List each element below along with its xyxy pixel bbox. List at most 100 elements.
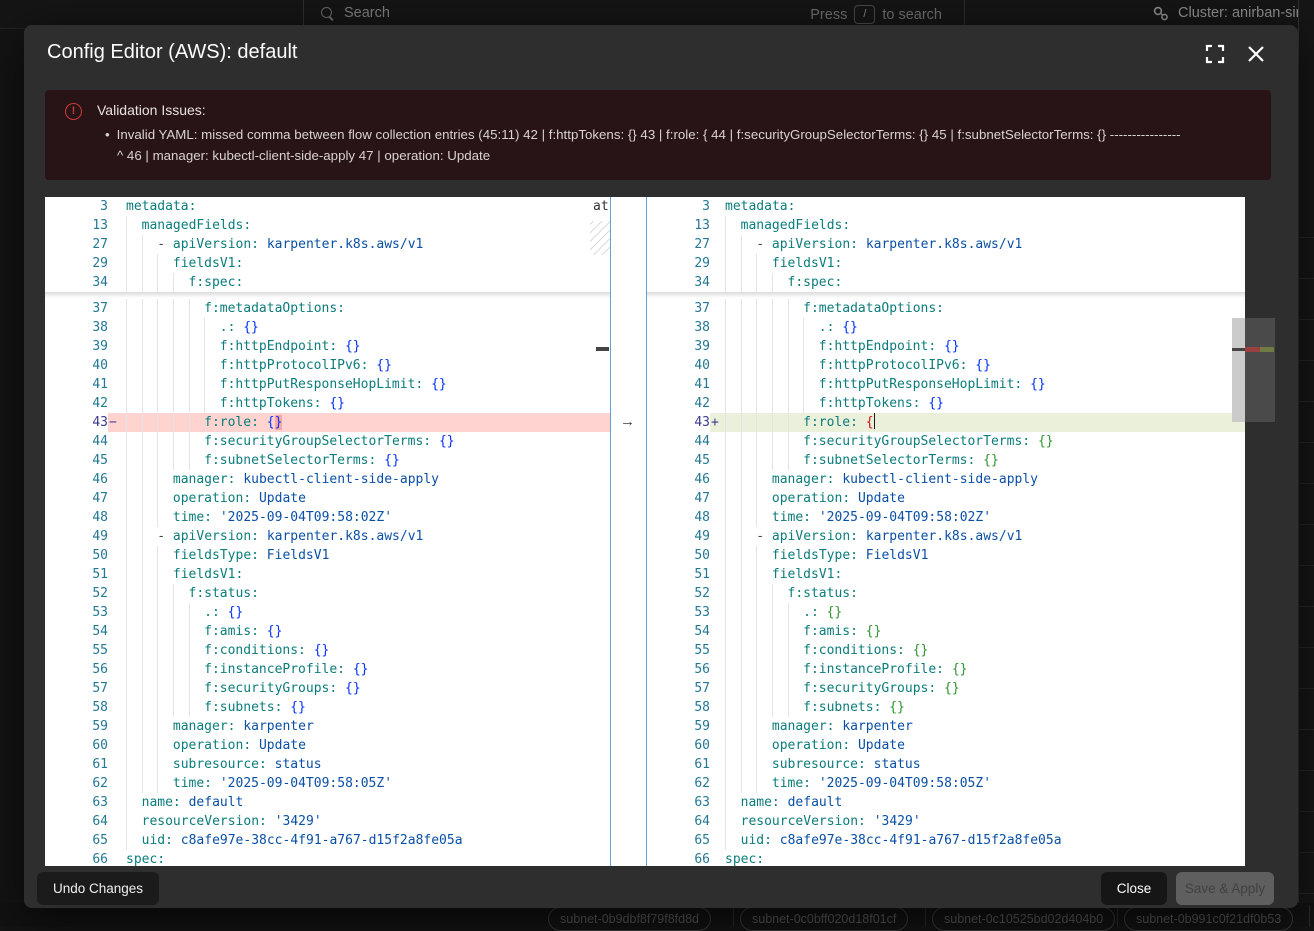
code-line[interactable]: 37 f:metadataOptions: xyxy=(45,299,634,318)
code-line[interactable]: 45 f:subnetSelectorTerms: {} xyxy=(645,451,1245,470)
code-line[interactable]: 64 resourceVersion: '3429' xyxy=(645,812,1245,831)
indent-guide xyxy=(173,356,189,375)
code-line[interactable]: 46 manager: kubectl-client-side-apply xyxy=(45,470,634,489)
code-line[interactable]: 47 operation: Update xyxy=(45,489,634,508)
code-line[interactable]: 38 .: {} xyxy=(45,318,634,337)
code-line[interactable]: 44 f:securityGroupSelectorTerms: {} xyxy=(645,432,1245,451)
overview-ruler-cursor-right xyxy=(1232,348,1245,351)
code-line[interactable]: 64 resourceVersion: '3429' xyxy=(45,812,634,831)
code-lines-left[interactable]: 37 f:metadataOptions:38 .: {}39 f:httpEn… xyxy=(45,299,634,866)
global-search[interactable]: Search Press / to search xyxy=(303,0,965,28)
code-line[interactable]: 54 f:amis: {} xyxy=(45,622,634,641)
code-line[interactable]: 45 f:subnetSelectorTerms: {} xyxy=(45,451,634,470)
code-line[interactable]: 43− f:role: {} xyxy=(45,413,634,432)
sticky-line[interactable]: 3metadata: xyxy=(645,197,1245,216)
code-line[interactable]: 62 time: '2025-09-04T09:58:05Z' xyxy=(645,774,1245,793)
code-line[interactable]: 61 subresource: status xyxy=(45,755,634,774)
code-line[interactable]: 55 f:conditions: {} xyxy=(45,641,634,660)
sticky-line[interactable]: 34 f:spec: xyxy=(645,273,1245,292)
code-line[interactable]: 65 uid: c8afe97e-38cc-4f91-a767-d15f2a8f… xyxy=(645,831,1245,850)
code-line[interactable]: 57 f:securityGroups: {} xyxy=(45,679,634,698)
code-line[interactable]: 47 operation: Update xyxy=(645,489,1245,508)
code-line[interactable]: 63 name: default xyxy=(645,793,1245,812)
code-line[interactable]: 58 f:subnets: {} xyxy=(645,698,1245,717)
code-line[interactable]: 46 manager: kubectl-client-side-apply xyxy=(645,470,1245,489)
line-number: 61 xyxy=(45,755,108,774)
sticky-line[interactable]: 3metadata: xyxy=(45,197,634,216)
close-button[interactable] xyxy=(1245,43,1271,69)
code-line[interactable]: 50 fieldsType: FieldsV1 xyxy=(45,546,634,565)
code-line[interactable]: 54 f:amis: {} xyxy=(645,622,1245,641)
code-line[interactable]: 42 f:httpTokens: {} xyxy=(645,394,1245,413)
code-line[interactable]: 57 f:securityGroups: {} xyxy=(645,679,1245,698)
code-text: operation: Update xyxy=(710,489,1245,508)
diff-editor-original-pane[interactable]: 3metadata:13 managedFields:27 - apiVersi… xyxy=(45,197,634,866)
code-line[interactable]: 62 time: '2025-09-04T09:58:05Z' xyxy=(45,774,634,793)
sticky-line[interactable]: 13 managedFields: xyxy=(45,216,634,235)
code-line[interactable]: 59 manager: karpenter xyxy=(45,717,634,736)
code-line[interactable]: 55 f:conditions: {} xyxy=(645,641,1245,660)
overview-ruler-slider[interactable] xyxy=(1245,318,1275,422)
code-line[interactable]: 60 operation: Update xyxy=(45,736,634,755)
indent-guide xyxy=(756,717,772,736)
code-line[interactable]: 66spec: xyxy=(45,850,634,866)
code-line[interactable]: 40 f:httpProtocolIPv6: {} xyxy=(645,356,1245,375)
code-line[interactable]: 43+ f:role: { xyxy=(645,413,1245,432)
revert-change-arrow-icon[interactable]: → xyxy=(620,413,635,430)
code-line[interactable]: 52 f:status: xyxy=(645,584,1245,603)
save-apply-button[interactable]: Save & Apply xyxy=(1176,872,1274,905)
code-line[interactable]: 42 f:httpTokens: {} xyxy=(45,394,634,413)
code-line[interactable]: 56 f:instanceProfile: {} xyxy=(45,660,634,679)
code-line[interactable]: 39 f:httpEndpoint: {} xyxy=(645,337,1245,356)
code-line[interactable]: 48 time: '2025-09-04T09:58:02Z' xyxy=(45,508,634,527)
close-dialog-button[interactable]: Close xyxy=(1101,872,1167,905)
code-line[interactable]: 37 f:metadataOptions: xyxy=(645,299,1245,318)
sticky-line[interactable]: 29 fieldsV1: xyxy=(645,254,1245,273)
indent-guide xyxy=(725,546,741,565)
sticky-line[interactable]: 13 managedFields: xyxy=(645,216,1245,235)
code-line[interactable]: 66spec: xyxy=(645,850,1245,866)
indent-guide xyxy=(725,755,741,774)
overview-ruler-deletion-mark xyxy=(1245,347,1260,352)
undo-changes-button[interactable]: Undo Changes xyxy=(37,872,159,905)
indent-guide xyxy=(725,413,741,432)
code-line[interactable]: 52 f:status: xyxy=(45,584,634,603)
sticky-line[interactable]: 27 - apiVersion: karpenter.k8s.aws/v1 xyxy=(45,235,634,254)
code-line[interactable]: 49 - apiVersion: karpenter.k8s.aws/v1 xyxy=(45,527,634,546)
code-line[interactable]: 63 name: default xyxy=(45,793,634,812)
code-line[interactable]: 61 subresource: status xyxy=(645,755,1245,774)
code-lines-right[interactable]: 37 f:metadataOptions:38 .: {}39 f:httpEn… xyxy=(645,299,1245,866)
code-line[interactable]: 44 f:securityGroupSelectorTerms: {} xyxy=(45,432,634,451)
fullscreen-button[interactable] xyxy=(1204,43,1230,69)
code-line[interactable]: 41 f:httpPutResponseHopLimit: {} xyxy=(45,375,634,394)
line-number: 39 xyxy=(645,337,710,356)
code-line[interactable]: 51 fieldsV1: xyxy=(45,565,634,584)
code-line[interactable]: 53 .: {} xyxy=(45,603,634,622)
sticky-line[interactable]: 29 fieldsV1: xyxy=(45,254,634,273)
indent-guide xyxy=(756,299,772,318)
code-line[interactable]: 65 uid: c8afe97e-38cc-4f91-a767-d15f2a8f… xyxy=(45,831,634,850)
scrollbar-slider[interactable] xyxy=(1232,318,1245,422)
code-line[interactable]: 41 f:httpPutResponseHopLimit: {} xyxy=(645,375,1245,394)
code-line[interactable]: 38 .: {} xyxy=(645,318,1245,337)
diff-sash[interactable]: → xyxy=(610,197,647,866)
code-line[interactable]: 60 operation: Update xyxy=(645,736,1245,755)
code-line[interactable]: 53 .: {} xyxy=(645,603,1245,622)
code-line[interactable]: 50 fieldsType: FieldsV1 xyxy=(645,546,1245,565)
cluster-indicator[interactable]: Cluster: anirban-singh xyxy=(1134,0,1314,28)
code-line[interactable]: 39 f:httpEndpoint: {} xyxy=(45,337,634,356)
code-line[interactable]: 58 f:subnets: {} xyxy=(45,698,634,717)
code-line[interactable]: 48 time: '2025-09-04T09:58:02Z' xyxy=(645,508,1245,527)
indent-guide xyxy=(189,375,205,394)
sticky-line[interactable]: 27 - apiVersion: karpenter.k8s.aws/v1 xyxy=(645,235,1245,254)
indent-guide xyxy=(157,717,173,736)
sticky-line[interactable]: 34 f:spec: xyxy=(45,273,634,292)
diff-editor-modified-pane[interactable]: 3metadata:13 managedFields:27 - apiVersi… xyxy=(645,197,1245,866)
code-line[interactable]: 40 f:httpProtocolIPv6: {} xyxy=(45,356,634,375)
code-line[interactable]: 56 f:instanceProfile: {} xyxy=(645,660,1245,679)
code-line[interactable]: 59 manager: karpenter xyxy=(645,717,1245,736)
indent-guide xyxy=(788,622,804,641)
code-line[interactable]: 49 - apiVersion: karpenter.k8s.aws/v1 xyxy=(645,527,1245,546)
code-line[interactable]: 51 fieldsV1: xyxy=(645,565,1245,584)
indent-guide xyxy=(126,603,142,622)
